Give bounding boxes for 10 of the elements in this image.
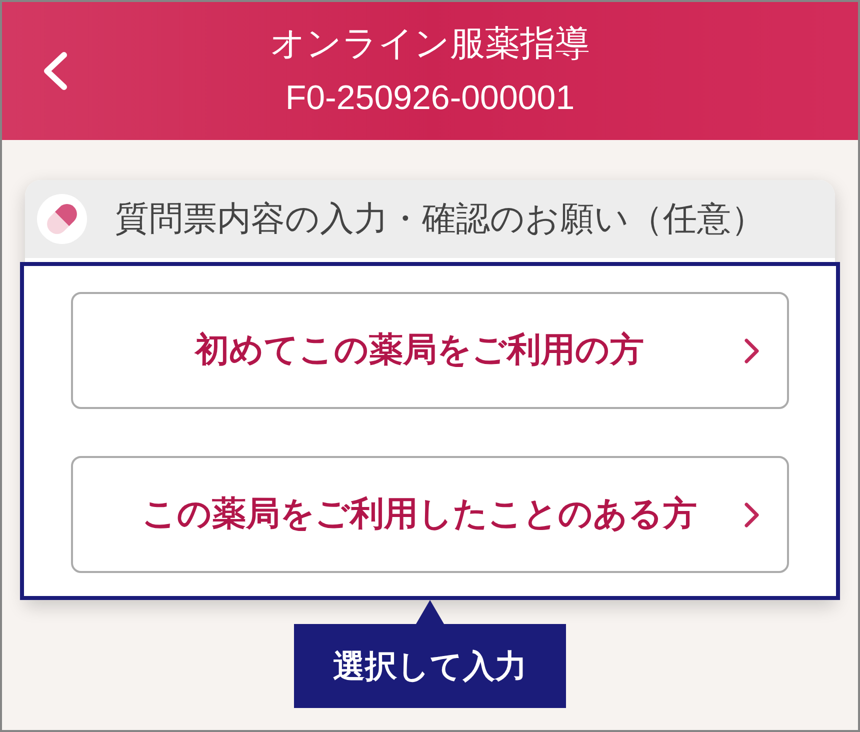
chevron-right-icon xyxy=(744,502,760,528)
chevron-right-icon xyxy=(744,338,760,364)
option-button[interactable]: この薬局をご利用したことのある方 xyxy=(71,456,789,573)
page-title: オンライン服薬指導 xyxy=(270,23,590,65)
card-title: 質問票内容の入力・確認のお願い（任意） xyxy=(115,199,765,240)
option-button[interactable]: 初めてこの薬局をご利用の方 xyxy=(71,292,789,409)
capsule-icon xyxy=(37,194,87,244)
chevron-left-icon xyxy=(42,52,68,90)
callout-label: 選択して入力 xyxy=(294,624,566,708)
reference-number: F0-250926-000001 xyxy=(285,78,575,119)
